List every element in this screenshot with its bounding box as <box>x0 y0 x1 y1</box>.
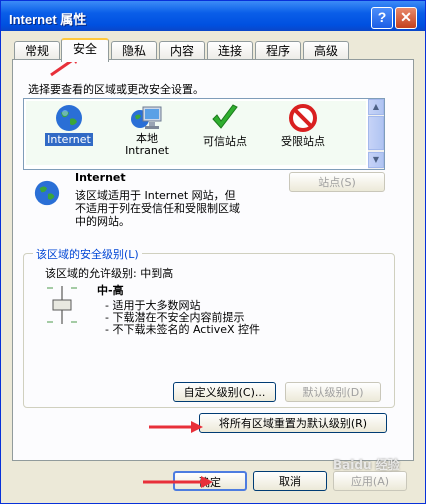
tab-content[interactable]: 内容 <box>159 41 205 60</box>
zone-internet[interactable]: Internet <box>32 103 106 163</box>
title-bar[interactable]: Internet 属性 ? ✕ <box>1 1 425 31</box>
reset-all-zones-button[interactable]: 将所有区域重置为默认级别(R) <box>199 413 387 433</box>
zone-trusted-sites[interactable]: 可信站点 <box>188 103 262 163</box>
check-icon <box>212 104 238 129</box>
zone-list[interactable]: Internet 本地 Intranet 可信站点 受限站点 ▲ ▼ <box>23 98 385 170</box>
scroll-down-button[interactable]: ▼ <box>368 152 384 168</box>
security-level-slider[interactable] <box>45 284 79 326</box>
cancel-button[interactable]: 取消 <box>253 471 327 491</box>
instruction-text: 选择要查看的区域或更改安全设置。 <box>28 83 204 96</box>
zone-label: 可信站点 <box>203 135 247 148</box>
sites-button[interactable]: 站点(S) <box>289 172 385 192</box>
help-button[interactable]: ? <box>371 7 393 29</box>
level-item: - 不下载未签名的 ActiveX 控件 <box>105 323 261 336</box>
apply-button[interactable]: 应用(A) <box>333 471 407 491</box>
zone-label: 受限站点 <box>281 135 325 148</box>
level-name: 中-高 <box>97 284 124 297</box>
default-level-button[interactable]: 默认级别(D) <box>285 382 381 402</box>
globe-icon <box>56 105 82 131</box>
zone-description: 该区域适用于 Internet 网站，但 不适用于列在受信任和受限制区域 中的网… <box>75 189 240 228</box>
tab-privacy[interactable]: 隐私 <box>111 41 157 60</box>
intranet-icon <box>131 106 162 129</box>
restricted-icon <box>289 104 317 132</box>
zone-title: Internet <box>75 171 126 184</box>
zone-list-scrollbar[interactable]: ▲ ▼ <box>368 99 384 169</box>
zone-restricted-sites[interactable]: 受限站点 <box>266 103 340 163</box>
security-level-group-title: 该区域的安全级别(L) <box>33 246 142 262</box>
annotation-arrow-icon <box>149 421 203 433</box>
zone-label: Internet <box>45 133 93 146</box>
internet-properties-window: Internet 属性 ? ✕ 常规 安全 隐私 内容 连接 程序 高级 选择要… <box>0 0 426 504</box>
watermark: Baidu 经验 <box>333 458 400 472</box>
annotation-arrow-icon <box>143 476 213 488</box>
tab-connections[interactable]: 连接 <box>207 41 253 60</box>
tab-security[interactable]: 安全 <box>61 38 109 62</box>
tab-advanced[interactable]: 高级 <box>303 41 349 60</box>
tab-programs[interactable]: 程序 <box>255 41 301 60</box>
close-button[interactable]: ✕ <box>395 7 417 29</box>
custom-level-button[interactable]: 自定义级别(C)... <box>173 382 276 402</box>
window-title: Internet 属性 <box>9 12 87 27</box>
zone-local-intranet[interactable]: 本地 Intranet <box>110 103 184 163</box>
scroll-thumb[interactable] <box>368 116 384 150</box>
globe-icon <box>34 180 60 206</box>
scroll-up-button[interactable]: ▲ <box>368 99 384 115</box>
allowed-level-text: 该区域的允许级别: 中到高 <box>45 267 174 280</box>
zone-label: 本地 Intranet <box>125 132 169 157</box>
